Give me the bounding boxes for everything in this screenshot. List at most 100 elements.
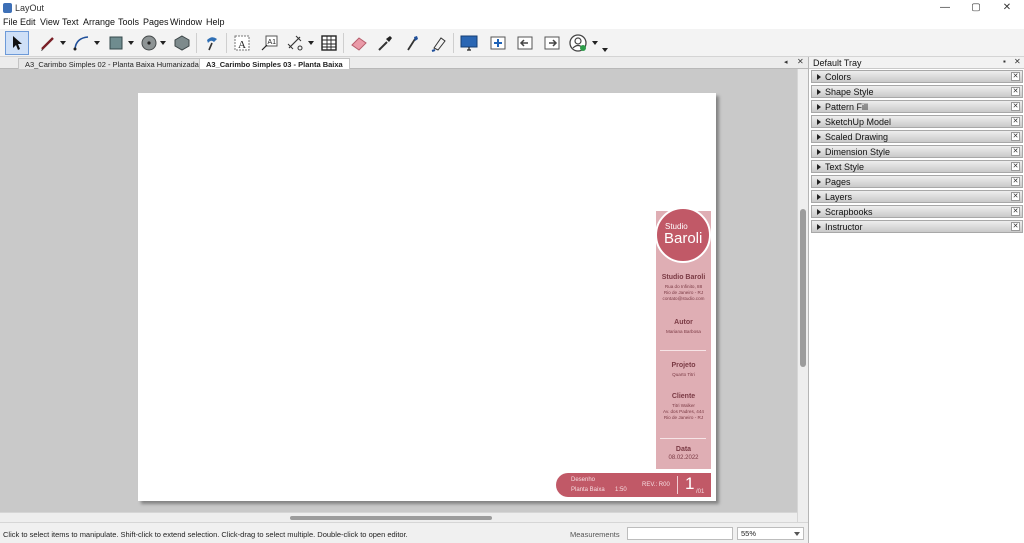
- panel-close-icon[interactable]: ✕: [1011, 207, 1020, 216]
- arc-tool-button[interactable]: [70, 31, 94, 55]
- office-email-line: contato@studio.com: [662, 296, 705, 301]
- zoom-value: 55%: [741, 529, 757, 538]
- horizontal-scroll-thumb[interactable]: [290, 516, 492, 520]
- paper-sheet[interactable]: Studio Baroli Studio Baroli Rua do Infin…: [138, 93, 716, 501]
- panel-scrapbooks[interactable]: Scrapbooks ✕: [811, 205, 1023, 218]
- menu-file[interactable]: File: [3, 17, 18, 27]
- toolbar: A A1: [0, 29, 1024, 57]
- panel-label: Layers: [825, 192, 853, 202]
- measurements-label: Measurements: [570, 530, 620, 539]
- panel-close-icon[interactable]: ✕: [1011, 132, 1020, 141]
- account-dropdown[interactable]: [592, 41, 598, 45]
- menu-edit[interactable]: Edit: [20, 17, 36, 27]
- circle-tool-dropdown[interactable]: [160, 41, 166, 45]
- polygon-icon: [174, 35, 190, 51]
- panel-close-icon[interactable]: ✕: [1011, 177, 1020, 186]
- menu-pages[interactable]: Pages: [143, 17, 169, 27]
- measurements-input[interactable]: [627, 527, 733, 540]
- account-button[interactable]: [566, 31, 590, 55]
- menu-text[interactable]: Text: [62, 17, 79, 27]
- tab-carimbo-02[interactable]: A3_Carimbo Simples 02 - Planta Baixa Hum…: [18, 58, 206, 69]
- table-tool-button[interactable]: [317, 31, 341, 55]
- panel-close-icon[interactable]: ✕: [1011, 222, 1020, 231]
- menu-arrange[interactable]: Arrange: [83, 17, 115, 27]
- author-heading: Autor: [674, 319, 693, 326]
- circle-tool-button[interactable]: [137, 31, 161, 55]
- panel-label: Dimension Style: [825, 147, 891, 157]
- vertical-scroll-thumb[interactable]: [800, 209, 806, 367]
- label-tool-button[interactable]: A1: [257, 31, 281, 55]
- eraser-tool-button[interactable]: [347, 31, 371, 55]
- minimize-button[interactable]: —: [930, 1, 960, 15]
- panel-close-icon[interactable]: ✕: [1011, 162, 1020, 171]
- sample-tool-button[interactable]: [373, 31, 397, 55]
- line-tool-button[interactable]: [36, 31, 60, 55]
- panel-close-icon[interactable]: ✕: [1011, 102, 1020, 111]
- polygon-tool-button[interactable]: [170, 31, 194, 55]
- add-page-button[interactable]: [486, 31, 510, 55]
- panel-close-icon[interactable]: ✕: [1011, 72, 1020, 81]
- panel-instructor[interactable]: Instructor ✕: [811, 220, 1023, 233]
- panel-pattern-fill[interactable]: Pattern Fill ✕: [811, 100, 1023, 113]
- drawing-canvas[interactable]: Studio Baroli Studio Baroli Rua do Infin…: [0, 69, 797, 512]
- text-tool-button[interactable]: A: [230, 31, 254, 55]
- panel-label: Pages: [825, 177, 851, 187]
- panel-scaled-drawing[interactable]: Scaled Drawing ✕: [811, 130, 1023, 143]
- date-value: 08.02.2022: [668, 455, 699, 461]
- panel-close-icon[interactable]: ✕: [1011, 117, 1020, 126]
- panel-close-icon[interactable]: ✕: [1011, 87, 1020, 96]
- tab-list-arrow-icon[interactable]: ◂: [784, 58, 788, 66]
- arc-tool-dropdown[interactable]: [94, 41, 100, 45]
- close-window-button[interactable]: ✕: [992, 1, 1022, 15]
- menu-help[interactable]: Help: [206, 17, 225, 27]
- rectangle-tool-button[interactable]: [104, 31, 128, 55]
- previous-page-button[interactable]: [513, 31, 537, 55]
- start-presentation-button[interactable]: [457, 31, 481, 55]
- status-message: Click to select items to manipulate. Shi…: [3, 530, 408, 539]
- menu-view[interactable]: View: [40, 17, 59, 27]
- default-tray: Default Tray ▪ ✕ Colors ✕ Shape Style ✕ …: [808, 57, 1024, 543]
- client-heading: Cliente: [671, 393, 696, 400]
- sheet-info-divider: [677, 476, 678, 494]
- panel-close-icon[interactable]: ✕: [1011, 147, 1020, 156]
- tray-pin-icon[interactable]: ▪: [1003, 57, 1006, 66]
- menu-tools[interactable]: Tools: [118, 17, 139, 27]
- document-tab-bar: A3_Carimbo Simples 02 - Planta Baixa Hum…: [0, 57, 808, 69]
- panel-pages[interactable]: Pages ✕: [811, 175, 1023, 188]
- toolbar-overflow-arrow[interactable]: [602, 48, 608, 52]
- style-tool-button[interactable]: [200, 31, 224, 55]
- toolbar-separator: [226, 33, 227, 53]
- eraser-icon: [351, 37, 367, 51]
- chevron-down-icon: [794, 532, 800, 536]
- close-tab-icon[interactable]: ✕: [797, 57, 804, 66]
- date-heading: Data: [675, 446, 692, 453]
- zoom-select[interactable]: 55%: [737, 527, 804, 540]
- split-tool-button[interactable]: [400, 31, 424, 55]
- panel-shape-style[interactable]: Shape Style ✕: [811, 85, 1023, 98]
- join-tool-button[interactable]: [427, 31, 451, 55]
- maximize-button[interactable]: ▢: [961, 1, 991, 15]
- line-tool-dropdown[interactable]: [60, 41, 66, 45]
- expand-arrow-icon: [817, 179, 821, 185]
- horizontal-scrollbar[interactable]: [0, 512, 797, 522]
- panel-text-style[interactable]: Text Style ✕: [811, 160, 1023, 173]
- tab-carimbo-03[interactable]: A3_Carimbo Simples 03 - Planta Baixa: [199, 58, 350, 69]
- dimension-tool-button[interactable]: [283, 31, 307, 55]
- panel-dimension-style[interactable]: Dimension Style ✕: [811, 145, 1023, 158]
- vertical-scrollbar[interactable]: [797, 69, 808, 522]
- layout-app-icon: [3, 3, 12, 13]
- rectangle-tool-dropdown[interactable]: [128, 41, 134, 45]
- panel-sketchup-model[interactable]: SketchUp Model ✕: [811, 115, 1023, 128]
- select-tool-button[interactable]: [5, 31, 29, 55]
- title-block-divider: [660, 438, 706, 439]
- tray-close-icon[interactable]: ✕: [1014, 57, 1021, 66]
- sheet-info-bar[interactable]: Desenho Planta Baixa 1:50 REV.: R00 1 /0…: [556, 473, 711, 497]
- panel-layers[interactable]: Layers ✕: [811, 190, 1023, 203]
- dimension-tool-dropdown[interactable]: [308, 41, 314, 45]
- panel-colors[interactable]: Colors ✕: [811, 70, 1023, 83]
- title-block-divider: [660, 350, 706, 351]
- panel-close-icon[interactable]: ✕: [1011, 192, 1020, 201]
- next-page-button[interactable]: [540, 31, 564, 55]
- drawing-scale: 1:50: [615, 487, 627, 493]
- menu-window[interactable]: Window: [170, 17, 202, 27]
